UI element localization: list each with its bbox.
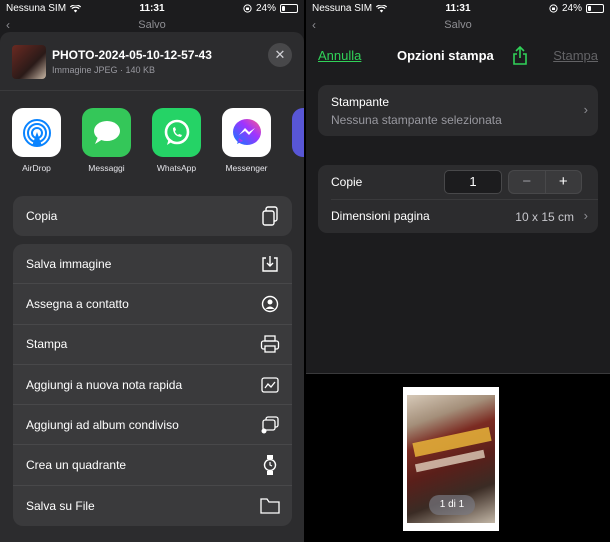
share-app-label: AirDrop — [22, 163, 51, 173]
watch-icon — [260, 455, 280, 476]
print-preview: 1 di 1 — [306, 373, 610, 542]
cancel-button[interactable]: Annulla — [318, 48, 361, 63]
chevron-right-icon: › — [583, 102, 588, 117]
battery-percent: 24% — [255, 3, 276, 14]
decrement-button[interactable]: − — [509, 171, 546, 193]
share-app-whatsapp[interactable]: WhatsApp — [152, 108, 201, 178]
share-app-messaggi[interactable]: Messaggi — [82, 108, 131, 178]
action-watch[interactable]: Crea un quadrante — [13, 445, 292, 486]
print-settings-card: Copie 1 − + Dimensioni pagina 10 x 15 cm… — [318, 165, 598, 233]
divider — [0, 90, 304, 91]
actions-group: Salva immagine Assegna a contatto Stampa Ag… — [13, 244, 292, 527]
share-app-messenger[interactable]: Messenger — [222, 108, 271, 178]
contact-icon — [260, 294, 280, 314]
page-size-row[interactable]: Dimensioni pagina 10 x 15 cm › — [318, 199, 598, 233]
close-icon: ✕ — [274, 47, 286, 62]
page-size-label: Dimensioni pagina — [331, 209, 430, 223]
page-thumbnail[interactable]: 1 di 1 — [403, 387, 499, 531]
battery-icon — [280, 4, 298, 13]
action-label: Aggiungi ad album condiviso — [26, 417, 179, 432]
messages-icon — [82, 108, 131, 157]
battery-percent: 24% — [561, 3, 582, 14]
file-name: PHOTO-2024-05-10-12-57-43 — [52, 48, 212, 62]
quick-note-icon — [260, 375, 280, 395]
share-app-d[interactable]: D — [292, 108, 304, 178]
page-indicator: 1 di 1 — [429, 495, 475, 515]
share-sheet-screen: Nessuna SIM 11:31 24% ‹ Salvo PHOTO-2024… — [0, 0, 304, 542]
printer-selector[interactable]: Stampante Nessuna stampante selezionata … — [318, 85, 598, 136]
app-icon — [292, 108, 304, 157]
action-folder[interactable]: Salva su File — [13, 486, 292, 526]
action-label: Aggiungi a nuova nota rapida — [26, 377, 183, 392]
print-options-screen: Nessuna SIM 11:31 24% ‹ Salvo Annulla Op… — [306, 0, 610, 542]
whatsapp-icon — [152, 108, 201, 157]
share-icon — [513, 45, 527, 65]
share-header: PHOTO-2024-05-10-12-57-43 Immagine JPEG … — [0, 32, 304, 90]
airdrop-icon — [12, 108, 61, 157]
copy-icon — [260, 206, 280, 226]
background-title: Salvo — [444, 19, 472, 31]
printer-label: Stampante — [331, 95, 390, 109]
orientation-lock-icon — [243, 4, 252, 13]
chevron-right-icon: › — [583, 208, 588, 223]
background-title: Salvo — [138, 19, 166, 31]
printer-icon — [260, 334, 280, 354]
folder-icon — [260, 496, 280, 516]
copies-input[interactable]: 1 — [444, 170, 502, 194]
copies-stepper: − + — [508, 170, 582, 194]
copy-group: Copia — [13, 196, 292, 237]
orientation-lock-icon — [549, 4, 558, 13]
action-quick-note[interactable]: Aggiungi a nuova nota rapida — [13, 365, 292, 406]
share-sheet: PHOTO-2024-05-10-12-57-43 Immagine JPEG … — [0, 32, 304, 542]
copy-label: Copia — [26, 209, 58, 224]
battery-fill — [282, 6, 286, 11]
save-image-icon — [260, 254, 280, 274]
share-app-airdrop[interactable]: AirDrop — [12, 108, 61, 178]
action-label: Salva su File — [26, 498, 95, 513]
page-title: Opzioni stampa — [397, 48, 494, 63]
action-label: Crea un quadrante — [26, 458, 127, 473]
status-bar: Nessuna SIM 11:31 24% — [0, 0, 304, 18]
messenger-icon — [222, 108, 271, 157]
battery-fill — [588, 6, 592, 11]
nav-bar: Annulla Opzioni stampa Stampa — [306, 45, 610, 71]
copy-button[interactable]: Copia — [13, 196, 292, 236]
file-thumbnail — [12, 45, 46, 79]
battery-icon — [586, 4, 604, 13]
file-meta: Immagine JPEG · 140 KB — [52, 65, 156, 75]
copies-row: Copie 1 − + — [318, 165, 598, 199]
share-button[interactable] — [511, 45, 529, 71]
action-label: Assegna a contatto — [26, 296, 129, 311]
close-button[interactable]: ✕ — [268, 43, 292, 67]
status-right: 24% — [243, 3, 298, 14]
share-app-label: WhatsApp — [156, 163, 197, 173]
action-shared-album[interactable]: Aggiungi ad album condiviso — [13, 405, 292, 446]
print-button[interactable]: Stampa — [553, 48, 598, 63]
action-printer[interactable]: Stampa — [13, 325, 292, 365]
copies-label: Copie — [331, 175, 363, 189]
action-label: Stampa — [26, 337, 68, 352]
print-options-panel: Annulla Opzioni stampa Stampa Stampante … — [306, 32, 610, 373]
increment-button[interactable]: + — [546, 171, 582, 193]
printer-value: Nessuna stampante selezionata — [331, 113, 502, 127]
share-app-label: Messaggi — [88, 163, 125, 173]
action-save-image[interactable]: Salva immagine — [13, 244, 292, 285]
action-label: Salva immagine — [26, 256, 112, 271]
page-size-value: 10 x 15 cm — [515, 210, 574, 224]
app-row: AirDrop Messaggi WhatsApp Messenger D — [12, 108, 304, 178]
action-contact[interactable]: Assegna a contatto — [13, 284, 292, 325]
status-bar: Nessuna SIM 11:31 24% — [306, 0, 610, 18]
status-right: 24% — [549, 3, 604, 14]
shared-album-icon — [260, 415, 280, 435]
share-app-label: Messenger — [225, 163, 268, 173]
